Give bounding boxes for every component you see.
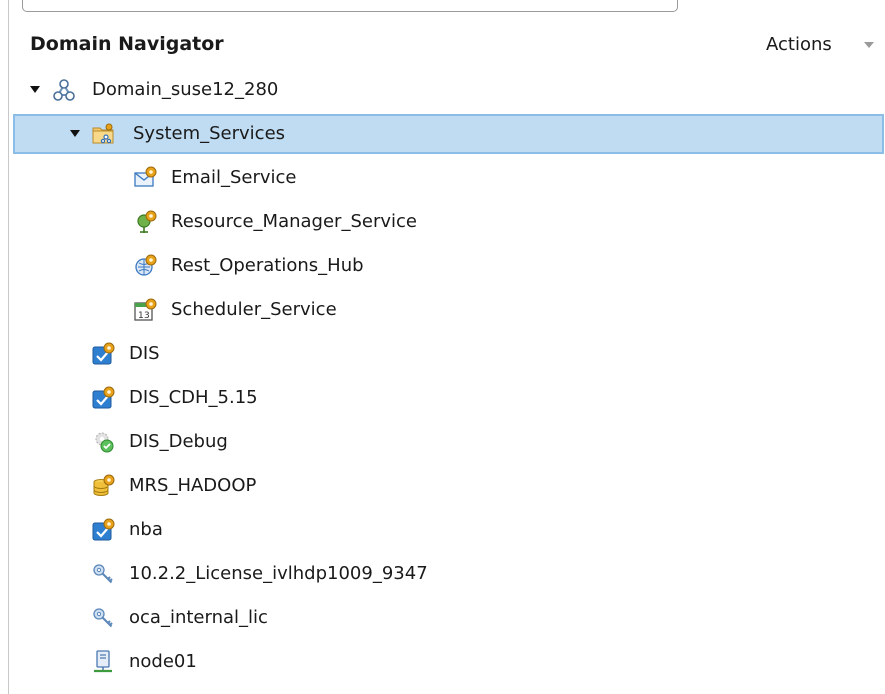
tree-item-label: node01 [129,651,197,672]
tree-item-license[interactable]: 10.2.2_License_ivlhdp1009_9347 [0,554,885,594]
domain-navigator-panel: Domain Navigator Actions Domain_suse12_2… [0,0,885,694]
tree-item-service[interactable]: MRS_HADOOP [0,466,885,506]
integration-service-icon [92,342,116,366]
tree-item-label: Scheduler_Service [171,299,337,320]
tree-item-label: DIS [129,343,160,364]
tree-item-label: Domain_suse12_280 [92,79,279,100]
tree-item-service[interactable]: nba [0,510,885,550]
expand-toggle-icon[interactable] [70,130,80,137]
tree-item-label: MRS_HADOOP [129,475,257,496]
license-key-icon [92,562,116,586]
model-repository-icon [92,474,116,498]
actions-menu-button[interactable]: Actions [766,34,832,55]
tree-item-system-services[interactable]: System_Services [13,114,884,154]
tree-item-label: DIS_Debug [129,431,228,452]
tree-item-service[interactable]: Email_Service [0,158,885,198]
node-icon [92,650,116,674]
svg-text:3: 3 [144,311,150,321]
domain-network-icon [52,78,76,102]
tree-item-service[interactable]: DIS [0,334,885,374]
tree-item-label: nba [129,519,163,540]
tree-item-label: 10.2.2_License_ivlhdp1009_9347 [129,563,428,584]
integration-service-icon [92,386,116,410]
tree-item-label: Resource_Manager_Service [171,211,417,232]
expand-toggle-icon[interactable] [30,86,40,93]
tree-item-service[interactable]: Rest_Operations_Hub [0,246,885,286]
tree-item-service[interactable]: Resource_Manager_Service [0,202,885,242]
tree-item-service[interactable]: DIS_Debug [0,422,885,462]
svg-text:1: 1 [138,311,144,321]
rest-hub-icon [134,254,158,278]
tree-item-label: System_Services [133,123,286,144]
scheduler-icon: 1 3 [134,298,158,322]
resource-manager-icon [134,210,158,234]
tree-item-service[interactable]: DIS_CDH_5.15 [0,378,885,418]
navigator-header: Domain Navigator Actions [30,33,878,59]
tree-item-license[interactable]: oca_internal_lic [0,598,885,638]
tree-item-node[interactable]: node01 [0,642,885,682]
integration-service-icon [92,518,116,542]
license-key-icon [92,606,116,630]
panel-title: Domain Navigator [30,33,224,55]
tree-item-label: DIS_CDH_5.15 [129,387,258,408]
services-folder-icon [91,122,115,146]
tree-item-label: oca_internal_lic [129,607,268,628]
tree-item-service[interactable]: 1 3 Scheduler_Service [0,290,885,330]
search-input[interactable] [22,0,678,12]
tree-item-label: Email_Service [171,167,297,188]
tree-item-domain[interactable]: Domain_suse12_280 [0,70,885,110]
tree-item-label: Rest_Operations_Hub [171,255,364,276]
email-service-icon [134,166,158,190]
service-enabled-icon [92,430,116,454]
chevron-down-icon[interactable] [864,42,874,48]
